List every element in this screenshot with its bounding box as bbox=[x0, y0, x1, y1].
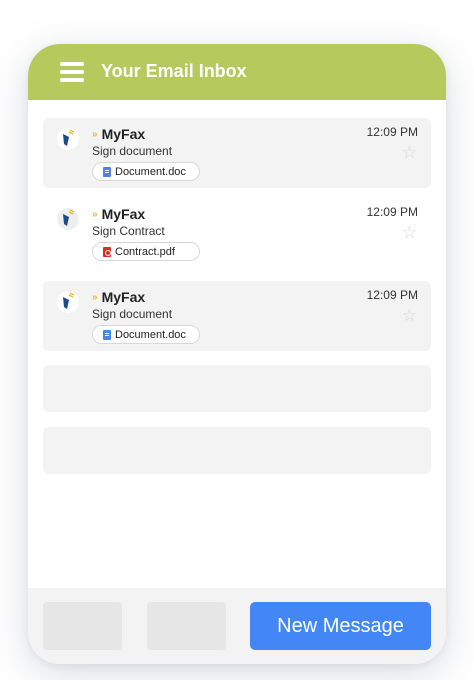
toolbar-button-placeholder[interactable] bbox=[43, 602, 122, 650]
sender-avatar bbox=[57, 291, 79, 313]
message-row[interactable]: » MyFax Sign document 12:09 PM ☆ Documen… bbox=[43, 118, 431, 188]
doc-file-icon bbox=[103, 329, 111, 340]
myfax-logo-icon bbox=[58, 129, 78, 149]
myfax-logo-icon bbox=[58, 209, 78, 229]
message-sender: MyFax bbox=[101, 206, 146, 222]
star-icon[interactable]: ☆ bbox=[402, 306, 417, 326]
header-title: Your Email Inbox bbox=[101, 61, 247, 81]
toolbar-button-placeholder[interactable] bbox=[147, 602, 226, 650]
empty-message-row bbox=[43, 427, 431, 474]
message-subject: Sign document bbox=[92, 307, 173, 321]
important-flag-icon: » bbox=[92, 128, 98, 140]
attachment-chip[interactable]: Contract.pdf bbox=[92, 242, 200, 261]
hamburger-menu-icon[interactable] bbox=[60, 62, 84, 82]
star-icon[interactable]: ☆ bbox=[402, 143, 417, 163]
inbox-list: » MyFax Sign document 12:09 PM ☆ Documen… bbox=[28, 100, 446, 588]
message-time: 12:09 PM bbox=[366, 288, 418, 302]
message-row[interactable]: » MyFax Sign document 12:09 PM ☆ Documen… bbox=[43, 281, 431, 351]
app-header: Your Email Inbox bbox=[28, 44, 446, 100]
message-row[interactable]: » MyFax Sign Contract 12:09 PM ☆ Contrac… bbox=[43, 198, 431, 268]
pdf-file-icon bbox=[103, 246, 111, 257]
message-subject: Sign document bbox=[92, 144, 173, 158]
attachment-name: Contract.pdf bbox=[115, 245, 175, 258]
message-time: 12:09 PM bbox=[366, 125, 418, 139]
footer-toolbar: New Message bbox=[28, 588, 446, 664]
message-subject: Sign Contract bbox=[92, 224, 165, 238]
attachment-chip[interactable]: Document.doc bbox=[92, 162, 200, 181]
star-icon[interactable]: ☆ bbox=[402, 223, 417, 243]
important-flag-icon: » bbox=[92, 208, 98, 220]
attachment-name: Document.doc bbox=[115, 328, 186, 341]
doc-file-icon bbox=[103, 166, 111, 177]
message-time: 12:09 PM bbox=[366, 205, 418, 219]
new-message-button[interactable]: New Message bbox=[250, 602, 431, 650]
empty-message-row bbox=[43, 365, 431, 412]
important-flag-icon: » bbox=[92, 291, 98, 303]
attachment-chip[interactable]: Document.doc bbox=[92, 325, 200, 344]
attachment-name: Document.doc bbox=[115, 165, 186, 178]
message-sender: MyFax bbox=[101, 289, 146, 305]
myfax-logo-icon bbox=[58, 292, 78, 312]
message-sender: MyFax bbox=[101, 126, 146, 142]
sender-avatar bbox=[57, 128, 79, 150]
sender-avatar bbox=[57, 208, 79, 230]
email-app-window: Your Email Inbox » MyFax Sign document 1… bbox=[28, 44, 446, 664]
